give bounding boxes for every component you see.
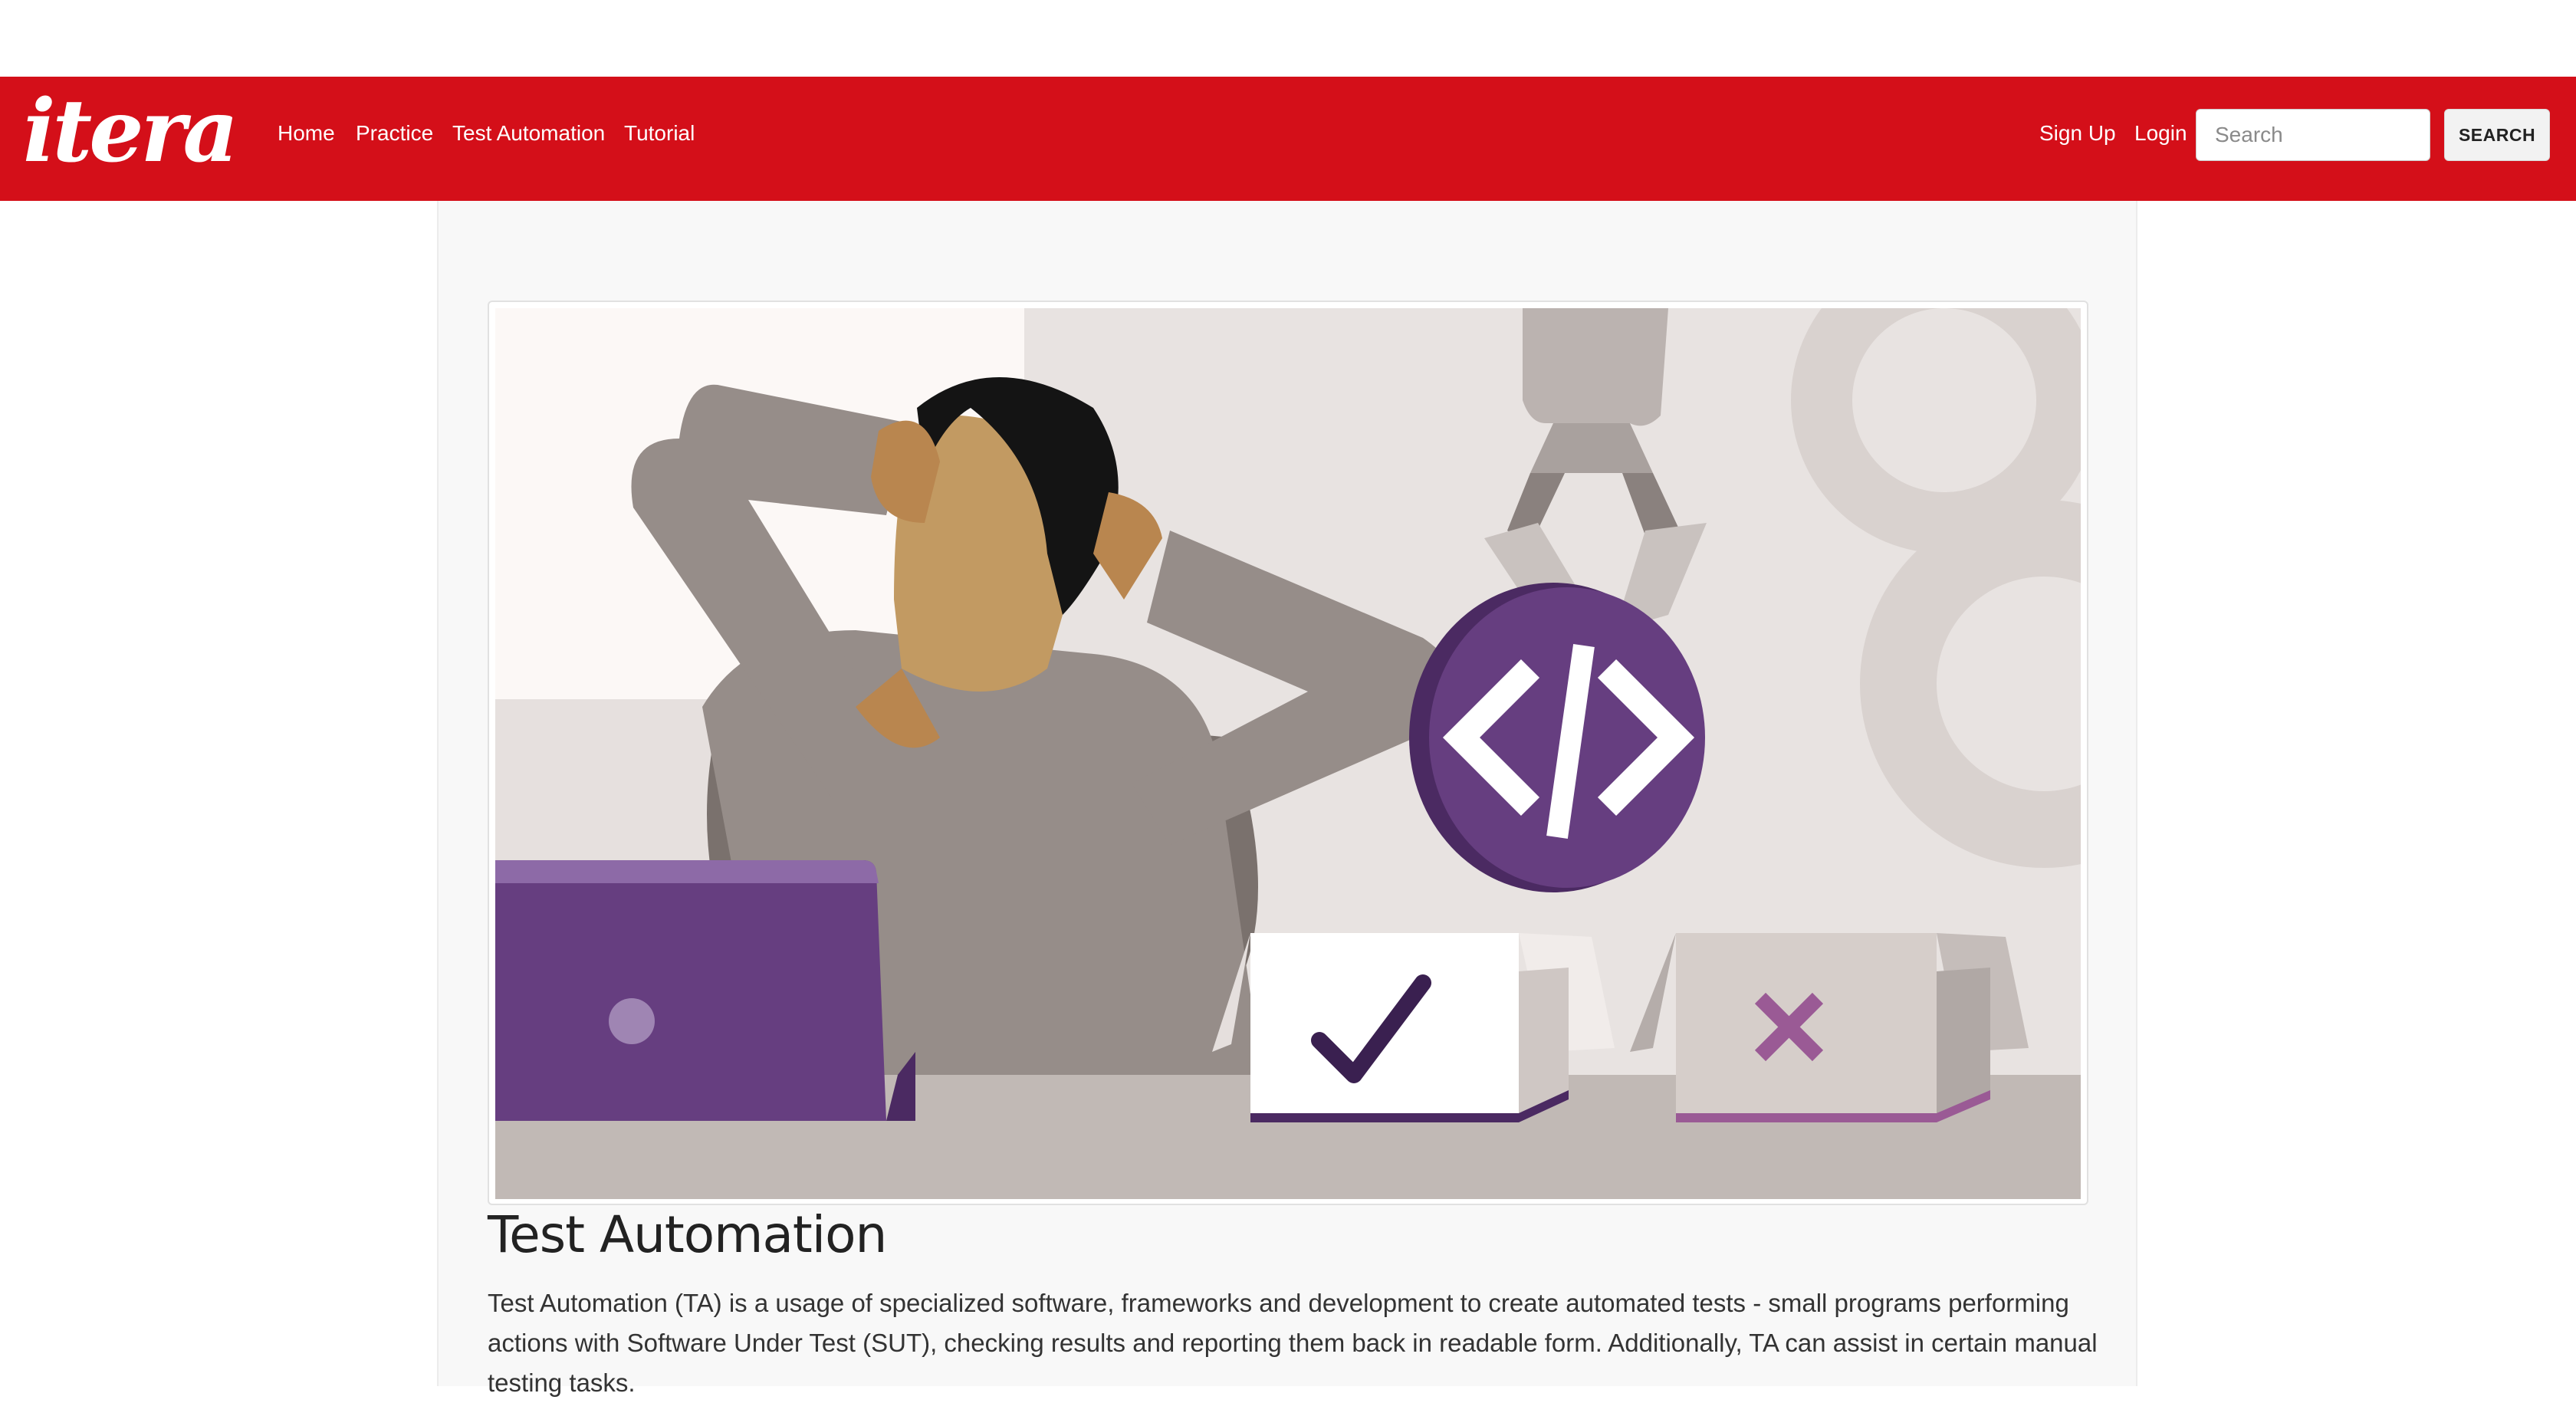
itera-logo[interactable]: itera (23, 81, 245, 186)
top-blank-area (0, 0, 2576, 77)
page-description: Test Automation (TA) is a usage of speci… (488, 1289, 2098, 1397)
search-button[interactable]: SEARCH (2444, 109, 2550, 161)
test-automation-illustration (495, 308, 2081, 1199)
svg-text:itera: itera (23, 86, 235, 182)
top-navbar: itera Home Practice Test Automation Tuto… (0, 77, 2576, 201)
code-icon (1409, 583, 1705, 892)
login-link[interactable]: Login (2134, 121, 2187, 146)
sign-up-link[interactable]: Sign Up (2039, 121, 2116, 146)
nav-home-link[interactable]: Home (278, 121, 335, 146)
checkmark-box-icon (1212, 933, 1615, 1122)
nav-tutorial-link[interactable]: Tutorial (624, 121, 695, 146)
hero-image-frame (488, 301, 2088, 1205)
nav-practice-link[interactable]: Practice (356, 121, 433, 146)
search-input[interactable] (2196, 109, 2430, 161)
laptop-icon (495, 860, 915, 1121)
itera-logo-icon: itera (23, 81, 238, 182)
x-box-icon (1630, 933, 2029, 1122)
nav-test-automation-link[interactable]: Test Automation (452, 121, 605, 146)
page-title: Test Automation (488, 1205, 887, 1264)
